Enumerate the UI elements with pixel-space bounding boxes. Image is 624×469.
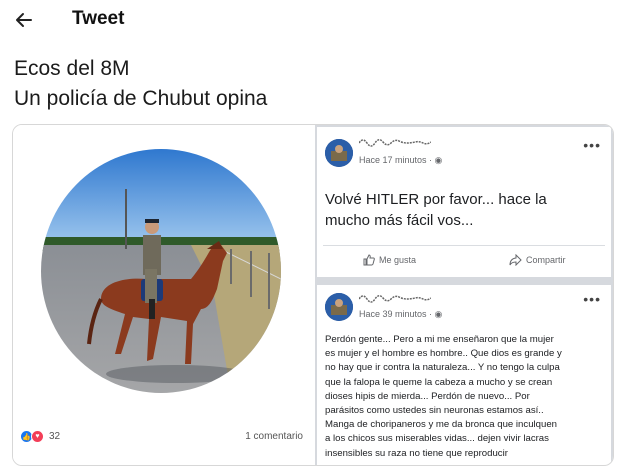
image-footer: 👍 ♥ 32 1 comentario: [21, 430, 311, 450]
post-text-line: mucho más fácil vos...: [325, 212, 474, 229]
avatar[interactable]: [325, 293, 353, 321]
like-button[interactable]: Me gusta: [363, 254, 416, 266]
divider: [323, 245, 605, 246]
avatar[interactable]: [325, 139, 353, 167]
profile-image-panel: 👍 ♥ 32 1 comentario: [13, 125, 315, 465]
tweet-media-card[interactable]: 👍 ♥ 32 1 comentario Hace 17 minutos · ◉: [12, 124, 614, 466]
like-label: Me gusta: [379, 255, 417, 265]
post-text-line: parásitos como ustedes sin neuronas esta…: [325, 405, 544, 417]
tweet-line-2: Un policía de Chubut opina: [14, 87, 268, 110]
comments-count[interactable]: 1 comentario: [245, 431, 303, 442]
share-button[interactable]: Compartir: [509, 254, 566, 266]
page-title: Tweet: [72, 8, 125, 29]
thumbs-up-icon: [363, 254, 375, 266]
more-options-icon[interactable]: •••: [583, 291, 601, 307]
post-text: Perdón gente... Pero a mi me enseñaron q…: [325, 333, 609, 461]
post-text-line: Volvé HITLER por favor... hace la: [325, 191, 547, 208]
post-text-line: Perdón gente... Pero a mi me enseñaron q…: [325, 334, 554, 345]
post-text-line: es mujer y el hombre es hombre.. Que dio…: [325, 348, 562, 360]
post-text: Volvé HITLER por favor... hace la mucho …: [325, 189, 605, 231]
blurred-user-name: [359, 139, 431, 147]
facebook-post: Hace 39 minutos · ◉ ••• Perdón gente... …: [317, 285, 611, 465]
post-timestamp: Hace 17 minutos · ◉: [359, 155, 443, 165]
love-icon: ♥: [31, 430, 44, 443]
avatar-image: [325, 139, 353, 167]
tweet-text: Ecos del 8M Un policía de Chubut opina: [14, 54, 267, 114]
photo-illustration: [41, 149, 281, 393]
top-bar: Tweet: [0, 0, 624, 40]
globe-icon: ◉: [434, 309, 443, 319]
post-text-line: Manga de choripaneros y me da bronca que…: [325, 419, 558, 431]
share-icon: [509, 254, 522, 266]
tweet-line-1: Ecos del 8M: [14, 57, 130, 80]
facebook-posts-panel: Hace 17 minutos · ◉ ••• Volvé HITLER por…: [315, 125, 613, 465]
mounted-officer-photo[interactable]: [41, 149, 281, 393]
post-timestamp: Hace 39 minutos · ◉: [359, 309, 443, 319]
globe-icon: ◉: [434, 155, 443, 165]
facebook-post: Hace 17 minutos · ◉ ••• Volvé HITLER por…: [317, 127, 611, 277]
post-text-line: insensibles su raza no tiene que reprodu…: [325, 447, 508, 459]
back-button[interactable]: [10, 6, 38, 34]
post-text-line: a los chicos sus miserables vidas... dej…: [325, 433, 549, 445]
post-text-line: que la falopa le queme la cabeza a mucho…: [325, 376, 553, 388]
reaction-count: 32: [49, 431, 61, 442]
reactions-summary[interactable]: 👍 ♥ 32: [21, 430, 60, 443]
more-options-icon[interactable]: •••: [583, 137, 601, 153]
post-text-line: dioses hipis de mierda... Perdón de nuev…: [325, 390, 530, 402]
avatar-image: [325, 293, 353, 321]
arrow-left-icon: [16, 13, 32, 27]
share-label: Compartir: [526, 255, 566, 265]
post-text-line: no hay que ir contra la naturaleza... Y …: [325, 362, 560, 374]
blurred-user-name: [359, 295, 431, 303]
